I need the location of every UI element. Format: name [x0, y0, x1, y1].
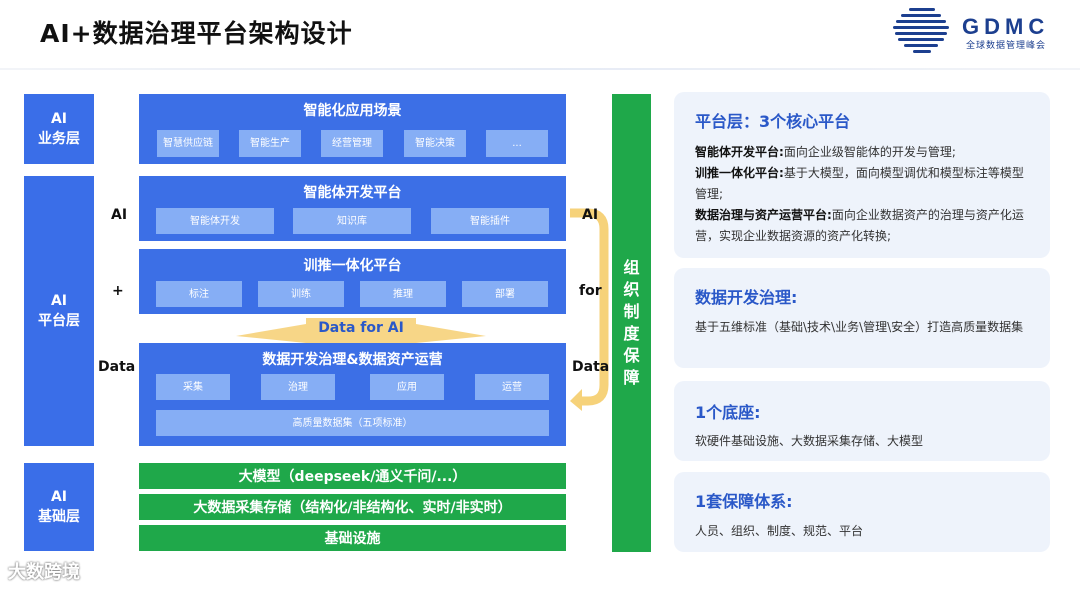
dataset-chip: 高质量数据集（五项标准）	[156, 410, 549, 436]
card-data-governance: 数据开发治理: 基于五维标准（基础\技术\业务\管理\安全）打造高质量数据集	[674, 268, 1050, 368]
globe-logo-icon	[893, 8, 949, 53]
layer-foundation-line2: 基础层	[38, 509, 80, 525]
training-chip: 推理	[360, 281, 446, 307]
data-chip: 运营	[475, 374, 549, 400]
layer-platform: AI 平台层	[24, 176, 94, 446]
agent-chip: 智能体开发	[156, 208, 274, 234]
logo-text: GDMC	[962, 14, 1050, 39]
card-platform-line: 数据治理与资产运营平台:面向企业数据资产的治理与资产化运营，实现企业数据资源的资…	[695, 208, 1024, 243]
right-label-for: for	[579, 283, 602, 299]
right-label-ai: AI	[582, 207, 599, 223]
scenario-chip: 经营管理	[321, 130, 383, 157]
card-data-governance-head: 数据开发治理:	[695, 288, 798, 307]
card-foundation: 1个底座: 软硬件基础设施、大数据采集存储、大模型	[674, 381, 1050, 461]
card-assurance-body: 人员、组织、制度、规范、平台	[695, 524, 864, 538]
training-chip: 部署	[462, 281, 548, 307]
governance-char: 组	[623, 258, 640, 277]
agent-chip: 知识库	[293, 208, 411, 234]
agent-platform-title: 智能体开发平台	[303, 185, 402, 201]
card-platform-body: 智能体开发平台:面向企业级智能体的开发与管理; 训推一体化平台:基于大模型，面向…	[695, 142, 1035, 247]
page-title: AI+数据治理平台架构设计	[40, 19, 353, 48]
card-platform-layer: 平台层：3个核心平台 智能体开发平台:面向企业级智能体的开发与管理; 训推一体化…	[674, 92, 1050, 258]
agent-chip: 智能插件	[431, 208, 549, 234]
data-platform-panel: 数据开发治理&数据资产运营 采集 治理 应用 运营 高质量数据集（五项标准）	[139, 343, 566, 446]
layer-business-line1: AI	[50, 111, 68, 127]
foundation-storage-bar: 大数据采集存储（结构化/非结构化、实时/非实时）	[139, 494, 566, 520]
layer-foundation-line1: AI	[50, 489, 68, 505]
card-platform-line: 训推一体化平台:基于大模型，面向模型调优和模型标注等模型管理;	[695, 166, 1024, 201]
card-assurance-head: 1套保障体系:	[695, 492, 793, 511]
data-platform-title: 数据开发治理&数据资产运营	[262, 352, 443, 368]
governance-column: 组 织 制 度 保 障	[612, 94, 651, 552]
governance-char: 制	[623, 302, 640, 321]
layer-business: AI 业务层	[24, 94, 94, 164]
foundation-model-bar: 大模型（deepseek/通义千问/...）	[139, 463, 566, 489]
scenario-chip: 智慧供应链	[157, 130, 219, 157]
data-chip: 应用	[370, 374, 444, 400]
governance-char: 障	[623, 368, 640, 387]
scenario-chip: 智能决策	[404, 130, 466, 157]
app-scenarios-title: 智能化应用场景	[303, 103, 402, 119]
scenario-chip: ...	[486, 130, 548, 157]
data-for-ai-label: Data for AI	[318, 320, 404, 336]
data-chip: 采集	[156, 374, 230, 400]
training-chip: 训练	[258, 281, 344, 307]
card-foundation-body: 软硬件基础设施、大数据采集存储、大模型	[695, 434, 924, 448]
layer-platform-line1: AI	[50, 293, 68, 309]
watermark: 大数跨境	[8, 562, 80, 583]
layer-foundation: AI 基础层	[24, 463, 94, 551]
mid-label-plus: +	[112, 283, 124, 299]
governance-char: 织	[623, 280, 640, 299]
training-platform-panel: 训推一体化平台 标注 训练 推理 部署	[139, 249, 566, 314]
mid-label-data: Data	[98, 359, 136, 375]
governance-char: 度	[623, 324, 640, 343]
logo-subtitle: 全球数据管理峰会	[966, 41, 1047, 51]
layer-business-line2: 业务层	[38, 131, 80, 147]
data-chip: 治理	[261, 374, 335, 400]
app-scenarios-panel: 智能化应用场景 智慧供应链 智能生产 经营管理 智能决策 ...	[139, 94, 566, 164]
card-platform-line: 智能体开发平台:面向企业级智能体的开发与管理;	[695, 145, 956, 159]
agent-platform-panel: 智能体开发平台 智能体开发 知识库 智能插件	[139, 176, 566, 241]
card-foundation-head: 1个底座:	[695, 403, 761, 422]
card-assurance: 1套保障体系: 人员、组织、制度、规范、平台	[674, 472, 1050, 552]
right-label-data: Data	[572, 359, 610, 375]
training-chip: 标注	[156, 281, 242, 307]
card-data-governance-body: 基于五维标准（基础\技术\业务\管理\安全）打造高质量数据集	[695, 320, 1024, 334]
card-platform-head: 平台层：3个核心平台	[695, 112, 851, 131]
training-platform-title: 训推一体化平台	[303, 258, 402, 274]
layer-platform-line2: 平台层	[38, 313, 80, 329]
governance-char: 保	[623, 346, 640, 365]
foundation-infra-bar: 基础设施	[139, 525, 566, 551]
header-divider	[0, 68, 1080, 70]
loop-bracket-icon	[570, 208, 609, 411]
mid-label-ai: AI	[111, 207, 128, 223]
scenario-chip: 智能生产	[239, 130, 301, 157]
